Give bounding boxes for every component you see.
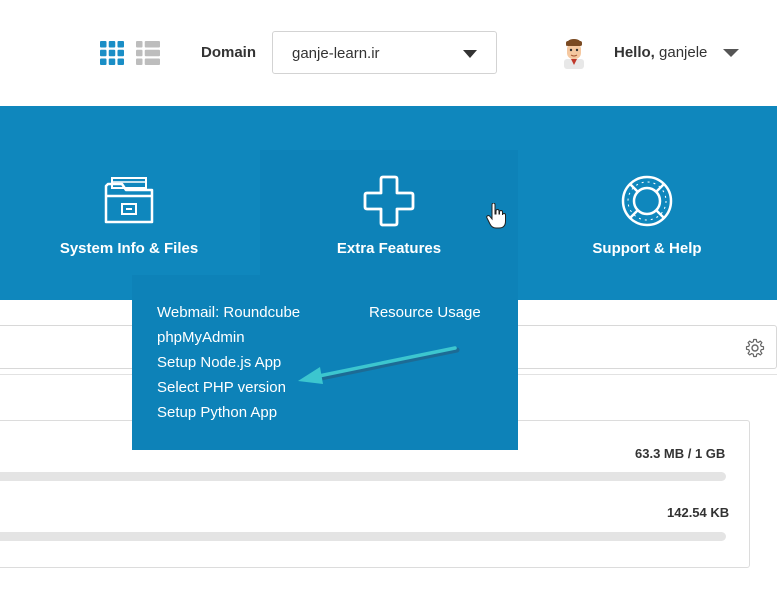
username: ganjele [659, 44, 708, 61]
list-view-icon[interactable] [136, 41, 160, 65]
grid-view-icon[interactable] [100, 41, 124, 65]
folder-icon [104, 177, 154, 224]
menu-item-phpmyadmin[interactable]: phpMyAdmin [157, 329, 245, 346]
chevron-down-icon [463, 50, 477, 58]
user-greeting[interactable]: Hello, ganjele [614, 44, 707, 61]
domain-select-value: ganje-learn.ir [292, 45, 380, 62]
nav-support-help[interactable]: Support & Help [518, 150, 776, 275]
menu-item-select-php-version[interactable]: Select PHP version [157, 379, 286, 396]
nav-label: System Info & Files [59, 240, 199, 257]
disk-usage-bar [0, 472, 726, 481]
hand-cursor-icon [486, 203, 506, 229]
menu-item-setup-python-app[interactable]: Setup Python App [157, 404, 277, 421]
annotation-arrow-icon [298, 346, 460, 384]
user-menu-caret-icon[interactable] [723, 49, 739, 57]
nav-extra-features[interactable]: Extra Features [260, 150, 518, 275]
domain-select[interactable]: ganje-learn.ir [272, 31, 497, 74]
menu-item-webmail-roundcube[interactable]: Webmail: Roundcube [157, 304, 300, 321]
domain-label: Domain [201, 44, 257, 61]
bandwidth-bar [0, 532, 726, 541]
menu-item-resource-usage[interactable]: Resource Usage [369, 304, 481, 321]
page: Domain ganje-learn.ir Hello, ganjele Sys… [0, 0, 777, 591]
nav-label: Extra Features [336, 240, 442, 257]
greeting-text: Hello, [614, 44, 655, 61]
lifebuoy-icon [621, 175, 673, 227]
gear-icon[interactable] [745, 338, 765, 358]
bandwidth-value: 142.54 KB [667, 505, 730, 520]
menu-item-setup-nodejs-app[interactable]: Setup Node.js App [157, 354, 281, 371]
avatar[interactable] [560, 37, 588, 69]
plus-icon [363, 175, 415, 227]
nav-label: Support & Help [592, 240, 702, 257]
disk-usage-value: 63.3 MB / 1 GB [635, 446, 726, 461]
nav-system-info-files[interactable]: System Info & Files [0, 150, 258, 275]
